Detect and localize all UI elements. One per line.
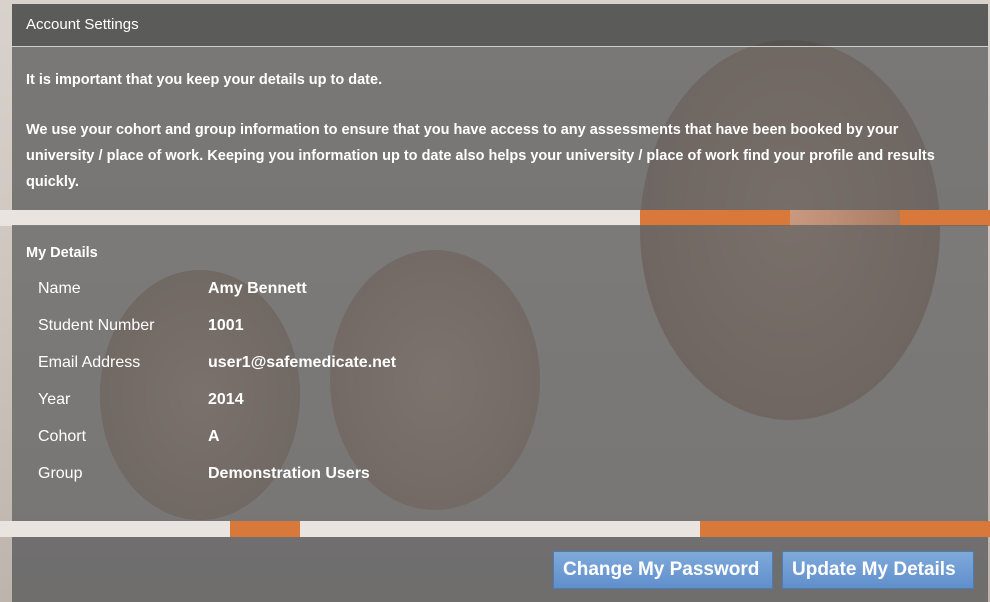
my-details-heading: My Details bbox=[26, 245, 98, 261]
detail-label: Cohort bbox=[38, 428, 87, 445]
detail-value: A bbox=[208, 428, 220, 445]
detail-value: Amy Bennett bbox=[208, 280, 307, 297]
detail-label: Student Number bbox=[38, 317, 155, 334]
detail-value: Demonstration Users bbox=[208, 465, 370, 482]
actions-bar: Change My Password Update My Details bbox=[12, 537, 988, 602]
intro-text-1: It is important that you keep your detai… bbox=[26, 72, 383, 88]
detail-label: Email Address bbox=[38, 354, 141, 371]
detail-label: Year bbox=[38, 391, 71, 408]
detail-value: user1@safemedicate.net bbox=[208, 354, 397, 371]
detail-value: 2014 bbox=[208, 391, 244, 408]
account-settings-header: Account Settings bbox=[12, 4, 988, 47]
intro-panel: It is important that you keep your detai… bbox=[12, 47, 988, 210]
update-details-button[interactable]: Update My Details bbox=[782, 551, 974, 589]
my-details-panel: My Details Name Amy Bennett Student Numb… bbox=[12, 225, 988, 521]
detail-label: Name bbox=[38, 280, 81, 297]
change-password-button[interactable]: Change My Password bbox=[553, 551, 773, 589]
detail-value: 1001 bbox=[208, 317, 244, 334]
detail-label: Group bbox=[38, 465, 83, 482]
page-title: Account Settings bbox=[26, 16, 139, 33]
intro-text-2: We use your cohort and group information… bbox=[26, 122, 935, 190]
